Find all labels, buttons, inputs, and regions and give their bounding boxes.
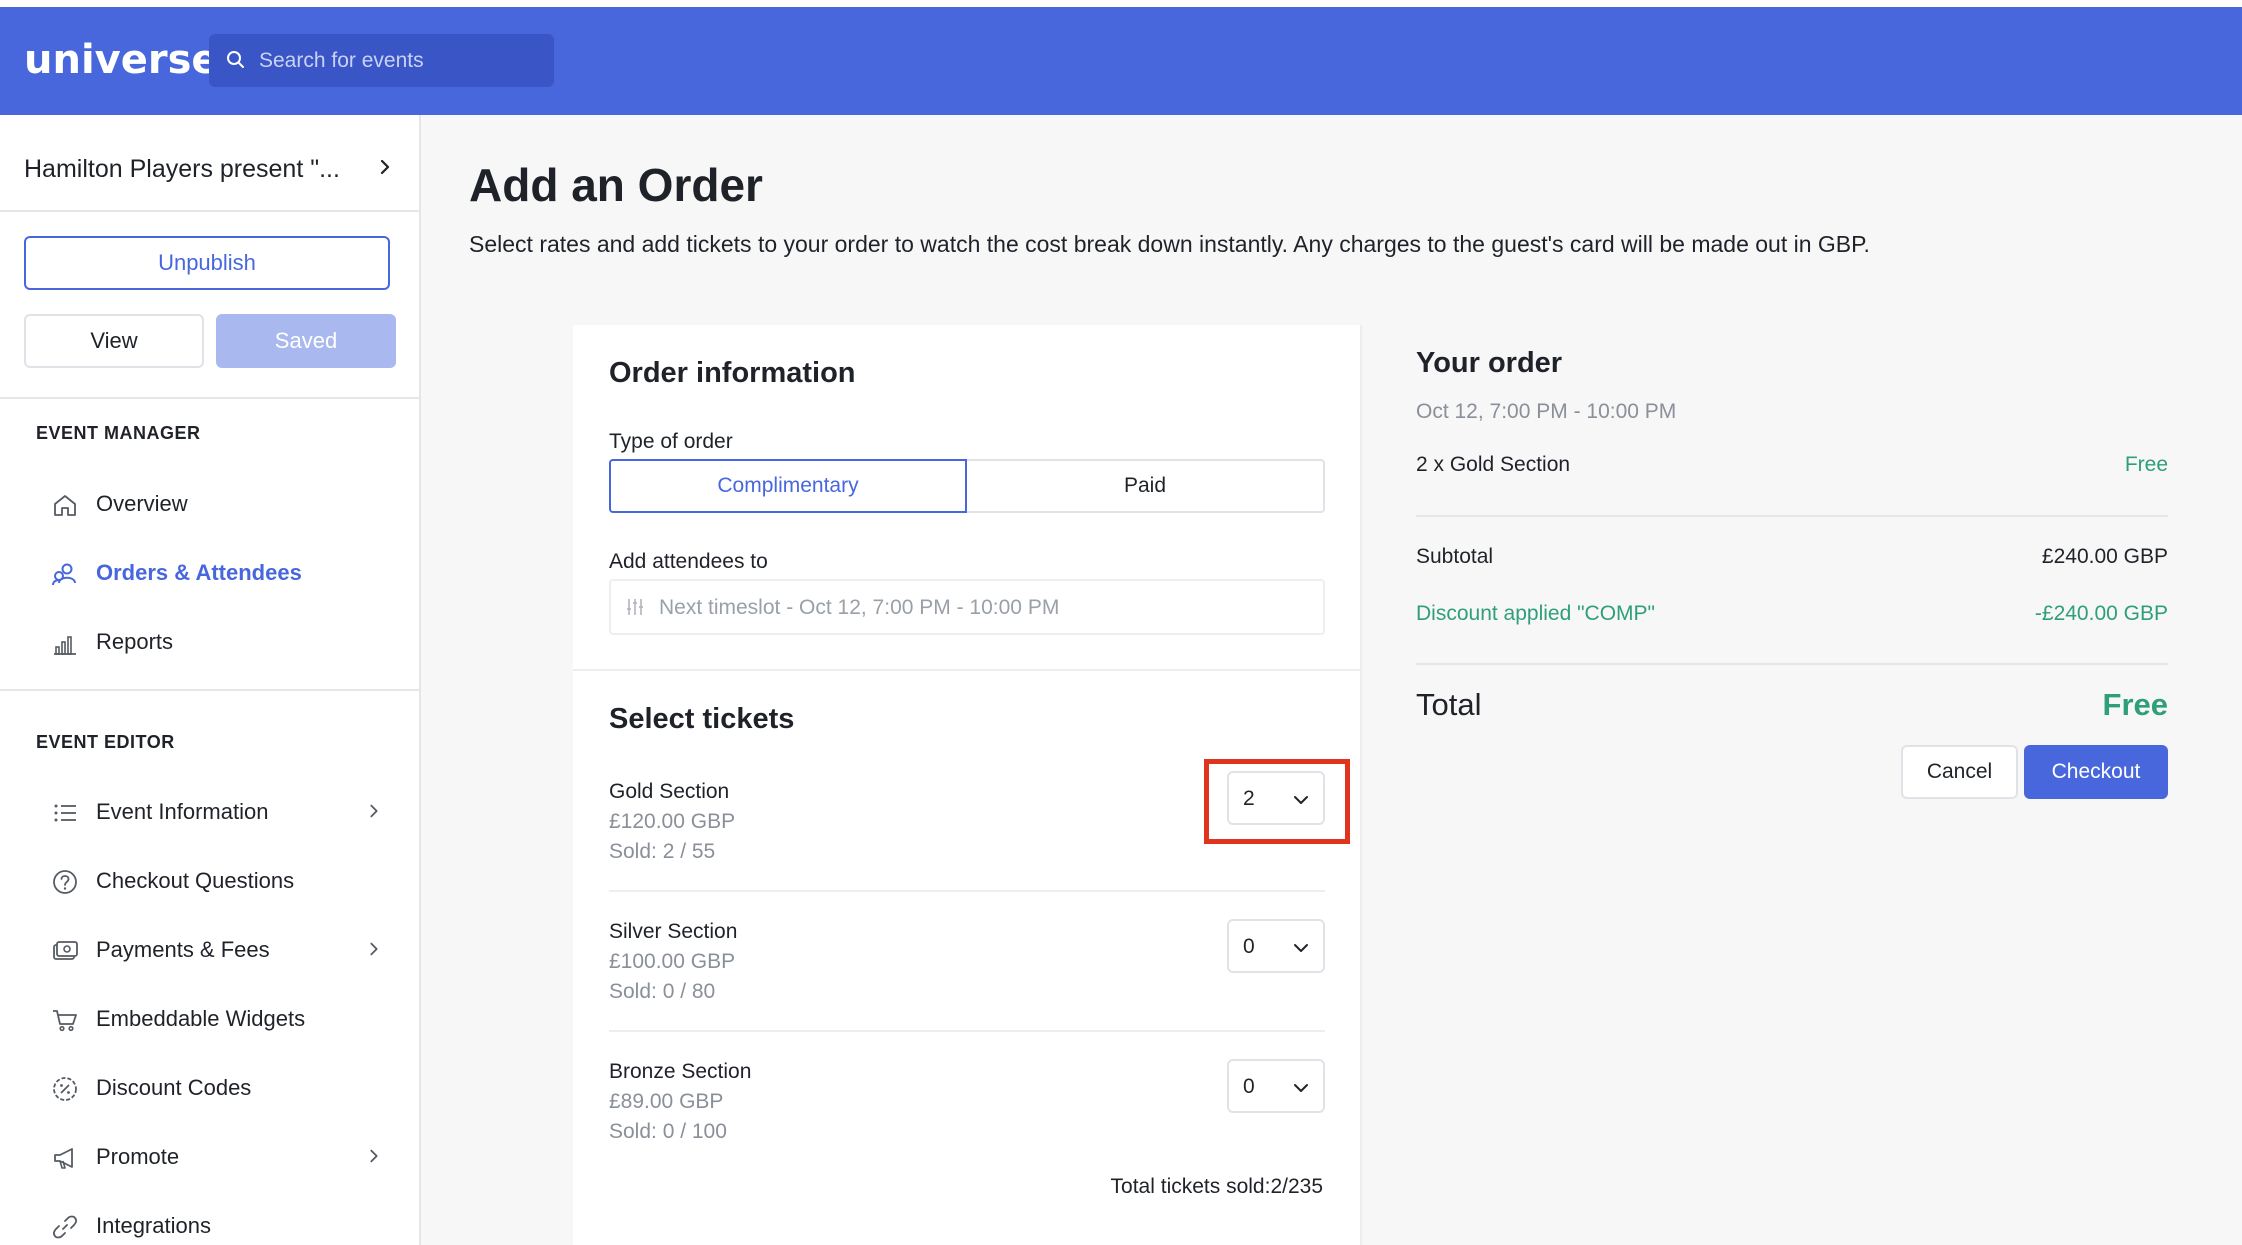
search-icon: [226, 50, 246, 75]
ticket-name: Bronze Section: [609, 1060, 752, 1083]
ticket-sold: Sold: 2 / 55: [609, 840, 716, 863]
event-manager-label: EVENT MANAGER: [36, 423, 201, 443]
sidebar-divider: [0, 210, 419, 212]
chevron-right-icon: [365, 940, 383, 963]
ticket-price: £100.00 GBP: [609, 950, 736, 973]
ticket-divider: [609, 890, 1325, 892]
quantity-value: 0: [1243, 1075, 1255, 1098]
subtotal-label: Subtotal: [1416, 545, 1494, 568]
cart-icon: [52, 1007, 78, 1033]
search-input[interactable]: [259, 34, 544, 87]
event-name[interactable]: Hamilton Players present "...: [24, 155, 340, 184]
ticket-name: Silver Section: [609, 920, 738, 943]
sidebar-item-discount-codes[interactable]: Discount Codes: [0, 1058, 419, 1118]
order-line-item: 2 x Gold Section: [1416, 453, 1571, 476]
sidebar-item-label: Orders & Attendees: [96, 560, 302, 585]
top-bar: universe: [0, 7, 2242, 115]
sidebar: Hamilton Players present "... Unpublish …: [0, 115, 421, 1245]
cancel-button[interactable]: Cancel: [1901, 745, 2018, 799]
card-divider: [573, 669, 1362, 671]
link-icon: [52, 1214, 78, 1240]
view-button[interactable]: View: [24, 314, 204, 368]
silver-quantity-select[interactable]: 0: [1227, 919, 1325, 973]
sidebar-item-reports[interactable]: Reports: [0, 612, 419, 672]
select-tickets-title: Select tickets: [609, 703, 795, 735]
sidebar-divider: [0, 397, 419, 399]
subtotal-value: £240.00 GBP: [2041, 545, 2168, 568]
discount-value: -£240.00 GBP: [2034, 602, 2168, 625]
timeslot-value: Next timeslot - Oct 12, 7:00 PM - 10:00 …: [659, 596, 1060, 619]
paid-toggle[interactable]: Paid: [967, 459, 1325, 513]
attendees-icon: [52, 561, 78, 587]
complimentary-toggle[interactable]: Complimentary: [609, 459, 967, 513]
top-strip: [0, 0, 2242, 7]
ticket-sold: Sold: 0 / 80: [609, 980, 716, 1003]
sidebar-item-label: Overview: [96, 491, 188, 516]
sidebar-item-label: Integrations: [96, 1213, 211, 1238]
page-description: Select rates and add tickets to your ord…: [469, 231, 1870, 257]
page-title: Add an Order: [469, 159, 763, 211]
sidebar-divider: [0, 689, 419, 691]
timeslot-select[interactable]: Next timeslot - Oct 12, 7:00 PM - 10:00 …: [609, 579, 1325, 635]
chevron-down-icon: [1293, 941, 1309, 959]
question-icon: [52, 869, 78, 895]
chevron-down-icon: [1293, 1081, 1309, 1099]
saved-button: Saved: [216, 314, 396, 368]
chevron-right-icon: [365, 802, 383, 825]
highlight-box: [1204, 759, 1350, 844]
search-box[interactable]: [209, 34, 554, 87]
sidebar-item-payments-fees[interactable]: Payments & Fees: [0, 920, 419, 980]
sidebar-item-label: Promote: [96, 1144, 180, 1169]
home-icon: [52, 492, 78, 518]
total-tickets-sold: Total tickets sold:2/235: [1110, 1175, 1323, 1198]
ticket-divider: [609, 1030, 1325, 1032]
discount-label: Discount applied "COMP": [1416, 602, 1656, 625]
sidebar-item-label: Reports: [96, 629, 174, 654]
total-label: Total: [1416, 687, 1482, 722]
ticket-name: Gold Section: [609, 780, 730, 803]
payment-icon: [52, 938, 78, 964]
add-attendees-label: Add attendees to: [609, 550, 768, 573]
list-icon: [52, 800, 78, 826]
discount-icon: [52, 1076, 78, 1102]
chevron-right-icon[interactable]: [375, 157, 395, 182]
quantity-value: 0: [1243, 935, 1255, 958]
checkout-button[interactable]: Checkout: [2024, 745, 2168, 799]
ticket-price: £89.00 GBP: [609, 1090, 724, 1113]
sidebar-item-label: Payments & Fees: [96, 937, 270, 962]
sidebar-item-orders-attendees[interactable]: Orders & Attendees: [0, 543, 419, 603]
order-line-price: Free: [2124, 453, 2168, 476]
ticket-price: £120.00 GBP: [609, 810, 736, 833]
order-date: Oct 12, 7:00 PM - 10:00 PM: [1416, 400, 1677, 423]
ticket-sold: Sold: 0 / 100: [609, 1120, 727, 1143]
sidebar-item-promote[interactable]: Promote: [0, 1127, 419, 1187]
universe-logo[interactable]: universe: [24, 37, 219, 83]
sidebar-item-overview[interactable]: Overview: [0, 474, 419, 534]
type-of-order-label: Type of order: [609, 430, 733, 453]
sidebar-item-label: Checkout Questions: [96, 868, 295, 893]
sidebar-item-label: Embeddable Widgets: [96, 1006, 306, 1031]
megaphone-icon: [52, 1145, 78, 1171]
sidebar-item-checkout-questions[interactable]: Checkout Questions: [0, 851, 419, 911]
your-order-title: Your order: [1416, 347, 1563, 379]
total-value: Free: [2102, 687, 2168, 722]
summary-divider: [1416, 663, 2168, 665]
unpublish-button[interactable]: Unpublish: [24, 236, 390, 290]
bronze-quantity-select[interactable]: 0: [1227, 1059, 1325, 1113]
chevron-right-icon: [365, 1147, 383, 1170]
summary-divider: [1416, 515, 2168, 517]
event-editor-label: EVENT EDITOR: [36, 732, 175, 752]
sidebar-item-label: Event Information: [96, 799, 269, 824]
sidebar-item-event-information[interactable]: Event Information: [0, 782, 419, 842]
bar-chart-icon: [52, 630, 78, 656]
sidebar-item-label: Discount Codes: [96, 1075, 252, 1100]
sidebar-item-embeddable-widgets[interactable]: Embeddable Widgets: [0, 989, 419, 1049]
sliders-icon: [625, 597, 645, 622]
sidebar-item-integrations[interactable]: Integrations: [0, 1196, 419, 1245]
order-information-title: Order information: [609, 357, 856, 389]
